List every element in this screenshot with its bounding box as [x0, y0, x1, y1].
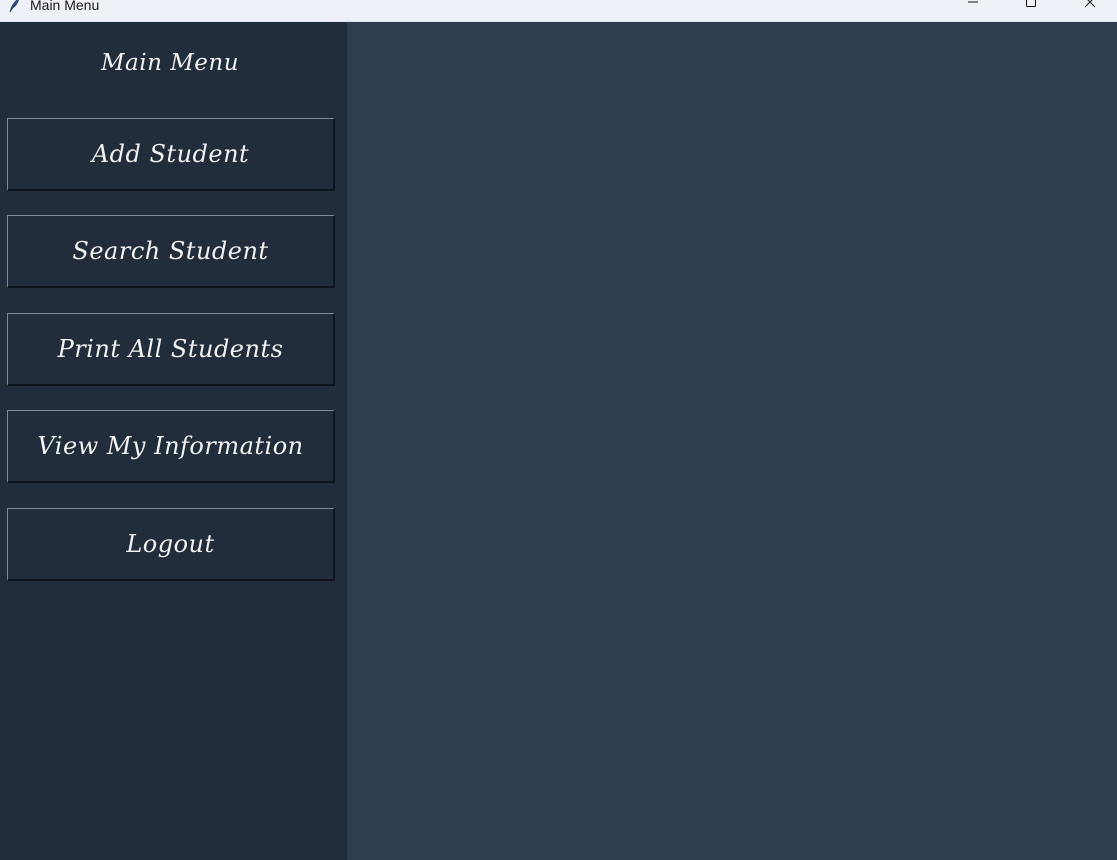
maximize-icon	[1026, 0, 1036, 7]
minimize-button[interactable]	[950, 0, 996, 22]
content-area	[347, 22, 1117, 860]
close-button[interactable]	[1067, 0, 1113, 22]
logout-button[interactable]: Logout	[7, 508, 335, 581]
view-my-information-button[interactable]: View My Information	[7, 410, 335, 483]
print-all-students-button[interactable]: Print All Students	[7, 313, 335, 386]
feather-icon	[6, 0, 22, 13]
search-student-button[interactable]: Search Student	[7, 215, 335, 288]
menu-title: Main Menu	[100, 50, 240, 76]
sidebar-menu: Main Menu Add Student Search Student Pri…	[0, 22, 347, 860]
add-student-button[interactable]: Add Student	[7, 118, 335, 191]
window-title: Main Menu	[30, 0, 100, 13]
minimize-icon	[968, 1, 978, 3]
maximize-button[interactable]	[1008, 0, 1054, 22]
window-titlebar: Main Menu	[0, 0, 1117, 22]
close-icon	[1084, 0, 1096, 8]
